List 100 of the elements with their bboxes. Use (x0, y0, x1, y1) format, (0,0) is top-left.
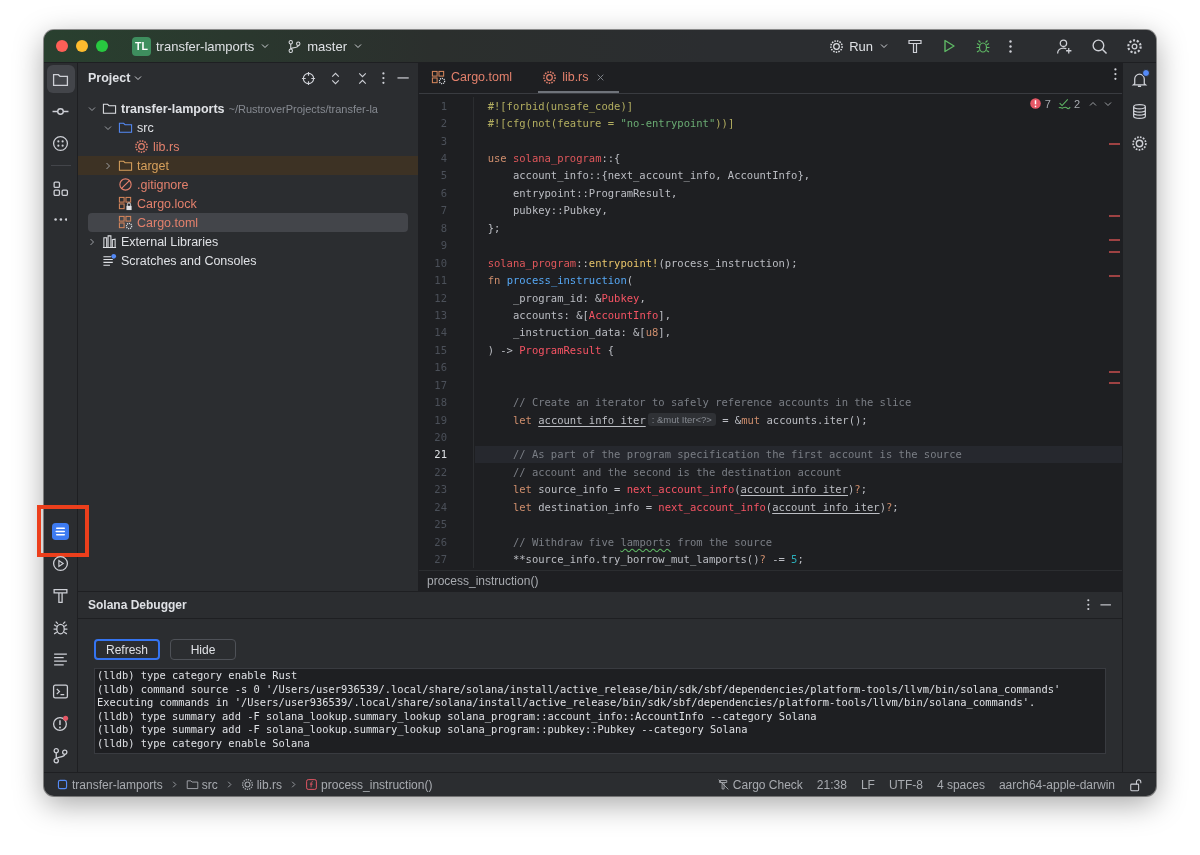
terminal-icon (52, 682, 69, 700)
code-line: **source_info.try_borrow_mut_lamports()? -= 5; (511, 552, 804, 568)
function-icon (305, 778, 319, 791)
minimize-icon (1099, 604, 1111, 606)
warning-count[interactable]: 2 (1073, 97, 1080, 110)
folder-icon (102, 101, 117, 116)
settings-icon (1126, 37, 1143, 55)
structure-icon (52, 179, 69, 197)
code-line: entrypoint::ProgramResult, (511, 185, 678, 201)
tree-item[interactable]: Cargo.toml (88, 213, 408, 232)
branch-switcher[interactable]: master (283, 35, 368, 57)
search-icon (1091, 37, 1108, 55)
path-hint: ~/RustroverProjects/transfer-la (228, 102, 378, 115)
code-line: account_info::{next_account_info, AccountInfo}, (511, 168, 811, 184)
status-widget[interactable]: 21:38 (811, 777, 852, 792)
code-line: // Create an iterator to safely reference accounts in the slice (511, 395, 912, 411)
cog-icon (1131, 134, 1148, 152)
status-widget[interactable]: LF (855, 777, 880, 792)
bug-icon (975, 38, 991, 54)
database-icon (1131, 102, 1148, 120)
play-circle-icon (52, 554, 69, 572)
cog-icon (134, 139, 149, 154)
tree-item[interactable]: .gitignore (78, 175, 418, 194)
branch-icon (287, 38, 303, 54)
cog-icon (829, 38, 845, 54)
tree-item[interactable]: src (78, 118, 418, 137)
status-widget[interactable]: 4 spaces (931, 777, 990, 792)
check-icon (1057, 97, 1071, 110)
more-vertical-icon (1009, 39, 1012, 53)
add-user-icon (1056, 37, 1073, 55)
code-line: use solana_program::{ (486, 151, 621, 167)
circle-dots-icon (52, 134, 69, 152)
code-line: pubkey::Pubkey, (511, 203, 608, 219)
code-line: #![forbid(unsafe_code)] (486, 98, 634, 115)
panel-button[interactable]: Hide (170, 639, 237, 660)
grid-lock-icon (118, 196, 133, 211)
folder-icon (185, 778, 199, 791)
breadcrumb[interactable]: lib.rs (238, 777, 285, 792)
scratches-icon (102, 253, 117, 268)
zoom-window-button[interactable] (96, 40, 108, 52)
tree-item[interactable]: Cargo.lock (78, 194, 418, 213)
breadcrumb[interactable]: src (183, 777, 220, 792)
breadcrumb[interactable]: process_instruction() (303, 777, 435, 792)
more-vertical-icon (382, 71, 385, 85)
more-icon (53, 218, 68, 222)
status-widget[interactable]: Cargo Check (711, 777, 808, 792)
crosshair-icon (301, 70, 316, 86)
code-line: fn process_instruction( (486, 273, 634, 289)
run-configuration[interactable]: Run (825, 35, 894, 57)
cog-icon (542, 69, 558, 85)
solana-icon (52, 522, 69, 540)
blocked-icon (118, 177, 133, 192)
square-icon (56, 778, 69, 791)
code-breadcrumb[interactable]: process_instruction() (427, 574, 539, 588)
branch-icon (52, 746, 69, 764)
tree-item[interactable]: transfer-lamports ~/RustroverProjects/transfer-la (78, 99, 418, 118)
code-line: // account and the second is the destination account (511, 464, 842, 480)
project-switcher[interactable]: TL transfer-lamports (128, 33, 276, 59)
play-icon (941, 38, 957, 54)
panel-title: Solana Debugger (88, 598, 187, 612)
tool-window-button[interactable] (46, 65, 75, 93)
more-vertical-icon (1087, 599, 1090, 611)
code-line: // Withdraw five lamports from the source (511, 534, 773, 550)
hammer-icon (52, 586, 69, 604)
grid-cog-icon (118, 215, 133, 230)
tree-item[interactable]: lib.rs (78, 137, 418, 156)
code-line: accounts: &[AccountInfo], (511, 307, 671, 323)
code-line: let source_info = next_account_info(account_info_iter)?; (511, 482, 867, 498)
status-widget[interactable]: aarch64-apple-darwin (993, 777, 1120, 792)
code-line: solana_program::entrypoint!(process_instruction); (486, 255, 798, 272)
status-widget[interactable]: UTF-8 (883, 777, 928, 792)
error-count[interactable]: 7 (1044, 97, 1051, 110)
editor-tab[interactable]: Cargo.toml (427, 63, 525, 93)
code-line: #![cfg(not(feature = "no-entrypoint"))] (486, 116, 735, 132)
minimize-window-button[interactable] (76, 40, 88, 52)
panel-button[interactable]: Refresh (94, 639, 161, 660)
tree-item[interactable]: External Libraries (78, 232, 418, 251)
crossed-hammer-icon (716, 778, 730, 791)
console-output: (lldb) type category enable Rust (lldb) command source -s 0 '/Users/user936539/.local/share/solana/install/active_release/bin/sdk/sbf/dependencies/platform-tools/llvm/bin/solana_commands' Executing commands in '/Users/user936539/.local/share/solana/install/active_release/bin/sdk/sbf/dependencies/platform-tools/llvm/bin/solana_commands'. (lldb) type summary add -F solana_lookup.summary_lookup solana_program::account_info::AccountInfo --category Solana (lldb) type summary add -F solana_lookup.summary_lookup solana_program::pubkey::Pubkey --category Solana (lldb) type category enable Solana (94, 668, 1106, 754)
breadcrumb[interactable]: transfer-lamports (54, 777, 165, 792)
tree-item[interactable]: Scratches and Consoles (78, 251, 418, 270)
code-line: let account_info_iter : &mut Iter<?> = &mut accounts.iter(); (511, 412, 868, 429)
code-line: let destination_info = next_account_info(account_info_iter)?; (511, 499, 899, 516)
hammer-icon (907, 38, 923, 54)
warning-circle-icon (52, 714, 69, 732)
close-window-button[interactable] (56, 40, 68, 52)
line-number: 21 (433, 448, 447, 461)
tree-item[interactable]: target (78, 156, 418, 175)
bars-icon (102, 234, 117, 249)
folder-icon (118, 158, 133, 173)
unlock-icon (1129, 777, 1143, 792)
error-icon (1028, 97, 1042, 110)
minimize-icon (396, 77, 409, 79)
code-line: _instruction_data: &[u8], (511, 325, 671, 341)
code-line: _program_id: &Pubkey, (511, 290, 646, 307)
folder-icon (118, 120, 133, 135)
project-view-selector[interactable]: Project (88, 71, 145, 85)
code-line: ) -> ProgramResult { (486, 342, 615, 358)
editor-tab[interactable]: lib.rs (538, 63, 619, 93)
grid-cog-icon (431, 69, 446, 85)
